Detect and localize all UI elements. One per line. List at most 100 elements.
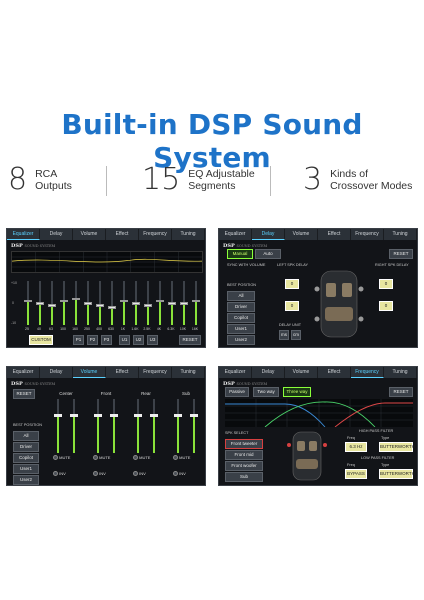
unit-ms-button[interactable]: ms xyxy=(279,330,289,340)
preset-u2-button[interactable]: U2 xyxy=(133,335,144,345)
eq-slider[interactable] xyxy=(120,281,128,325)
tab-effect[interactable]: Effect xyxy=(318,367,351,378)
tab-delay[interactable]: Delay xyxy=(40,367,73,378)
eq-slider[interactable] xyxy=(84,281,92,325)
auto-mode-button[interactable]: Auto xyxy=(255,249,281,259)
position-copilot-button[interactable]: Copilot xyxy=(227,313,255,323)
lpf-freq-value[interactable]: BYPASS xyxy=(345,469,367,479)
position-driver-button[interactable]: Driver xyxy=(13,442,39,452)
eq-slider[interactable] xyxy=(180,281,188,325)
tab-volume[interactable]: Volume xyxy=(73,229,106,240)
tab-delay[interactable]: Delay xyxy=(252,229,285,240)
tab-equalizer[interactable]: Equalizer xyxy=(7,229,40,240)
tab-tuning[interactable]: Tuning xyxy=(172,229,205,240)
sub-button[interactable]: Sub xyxy=(225,472,263,482)
invert-toggle[interactable]: INV xyxy=(133,471,146,477)
eq-slider[interactable] xyxy=(108,281,116,325)
tab-tuning[interactable]: Tuning xyxy=(172,367,205,378)
eq-slider-knob[interactable] xyxy=(84,302,92,305)
volume-slider-knob[interactable] xyxy=(134,414,142,417)
eq-slider-knob[interactable] xyxy=(48,304,56,307)
tab-volume[interactable]: Volume xyxy=(285,367,318,378)
left-rear-delay-value[interactable]: 0 xyxy=(285,301,299,311)
position-user1-button[interactable]: User1 xyxy=(13,464,39,474)
reset-button[interactable]: RESET xyxy=(389,387,413,397)
reset-button[interactable]: RESET xyxy=(389,249,413,259)
left-front-delay-value[interactable]: 0 xyxy=(285,279,299,289)
position-all-button[interactable]: All xyxy=(227,291,255,301)
volume-slider[interactable] xyxy=(190,399,198,453)
preset-p2-button[interactable]: P2 xyxy=(87,335,98,345)
volume-slider-knob[interactable] xyxy=(150,414,158,417)
eq-slider[interactable] xyxy=(60,281,68,325)
volume-slider[interactable] xyxy=(70,399,78,453)
tab-frequency[interactable]: Frequency xyxy=(139,367,172,378)
eq-slider-knob[interactable] xyxy=(60,299,68,303)
tab-effect[interactable]: Effect xyxy=(106,229,139,240)
front-tweeter-button[interactable]: Front tweeter xyxy=(225,439,263,449)
tab-effect[interactable]: Effect xyxy=(318,229,351,240)
position-user1-button[interactable]: User1 xyxy=(227,324,255,334)
position-user2-button[interactable]: User2 xyxy=(227,335,255,345)
eq-slider-knob[interactable] xyxy=(192,299,200,303)
eq-slider-knob[interactable] xyxy=(156,299,164,303)
preset-p3-button[interactable]: P3 xyxy=(101,335,112,345)
eq-slider[interactable] xyxy=(144,281,152,325)
preset-p1-button[interactable]: P1 xyxy=(73,335,84,345)
preset-u3-button[interactable]: U3 xyxy=(147,335,158,345)
eq-slider-knob[interactable] xyxy=(72,297,80,301)
eq-slider[interactable] xyxy=(156,281,164,325)
eq-slider-knob[interactable] xyxy=(180,302,188,305)
eq-slider-knob[interactable] xyxy=(132,302,140,305)
tab-volume[interactable]: Volume xyxy=(73,367,106,378)
tab-tuning[interactable]: Tuning xyxy=(384,367,417,378)
tab-delay[interactable]: Delay xyxy=(252,367,285,378)
mute-toggle[interactable]: MUTE xyxy=(133,455,150,461)
tab-frequency[interactable]: Frequency xyxy=(351,229,384,240)
right-front-delay-value[interactable]: 0 xyxy=(379,279,393,289)
manual-mode-button[interactable]: Manual xyxy=(227,249,253,259)
right-rear-delay-value[interactable]: 0 xyxy=(379,301,393,311)
eq-slider-knob[interactable] xyxy=(168,302,176,305)
eq-slider-knob[interactable] xyxy=(36,302,44,305)
reset-button[interactable]: RESET xyxy=(13,389,35,399)
volume-slider-knob[interactable] xyxy=(174,414,182,417)
volume-slider-knob[interactable] xyxy=(110,414,118,417)
invert-toggle[interactable]: INV xyxy=(93,471,106,477)
volume-slider-knob[interactable] xyxy=(70,414,78,417)
volume-slider[interactable] xyxy=(54,399,62,453)
eq-slider[interactable] xyxy=(96,281,104,325)
hpf-type-value[interactable]: BUTTERWORTH xyxy=(379,442,415,452)
invert-toggle[interactable]: INV xyxy=(53,471,66,477)
tab-effect[interactable]: Effect xyxy=(106,367,139,378)
eq-slider[interactable] xyxy=(192,281,200,325)
volume-slider[interactable] xyxy=(174,399,182,453)
front-woofer-button[interactable]: Front woofer xyxy=(225,461,263,471)
unit-cm-button[interactable]: cm xyxy=(291,330,301,340)
mute-toggle[interactable]: MUTE xyxy=(53,455,70,461)
tab-tuning[interactable]: Tuning xyxy=(384,229,417,240)
eq-slider-knob[interactable] xyxy=(24,299,32,303)
volume-slider[interactable] xyxy=(150,399,158,453)
position-user2-button[interactable]: User2 xyxy=(13,475,39,485)
position-copilot-button[interactable]: Copilot xyxy=(13,453,39,463)
hpf-freq-value[interactable]: 6.3 Hz xyxy=(345,442,367,452)
eq-slider-knob[interactable] xyxy=(144,304,152,307)
tab-equalizer[interactable]: Equalizer xyxy=(219,229,252,240)
invert-toggle[interactable]: INV xyxy=(173,471,186,477)
eq-slider[interactable] xyxy=(24,281,32,325)
two-way-mode-button[interactable]: Two way xyxy=(253,387,279,397)
position-driver-button[interactable]: Driver xyxy=(227,302,255,312)
eq-slider[interactable] xyxy=(132,281,140,325)
eq-slider[interactable] xyxy=(168,281,176,325)
eq-slider-knob[interactable] xyxy=(120,299,128,303)
tab-frequency[interactable]: Frequency xyxy=(139,229,172,240)
tab-volume[interactable]: Volume xyxy=(285,229,318,240)
volume-slider-knob[interactable] xyxy=(190,414,198,417)
preset-u1-button[interactable]: U1 xyxy=(119,335,130,345)
volume-slider[interactable] xyxy=(110,399,118,453)
passive-mode-button[interactable]: Passive xyxy=(225,387,249,397)
preset-custom-button[interactable]: CUSTOM xyxy=(29,335,53,345)
eq-slider[interactable] xyxy=(72,281,80,325)
eq-slider-knob[interactable] xyxy=(108,306,116,309)
